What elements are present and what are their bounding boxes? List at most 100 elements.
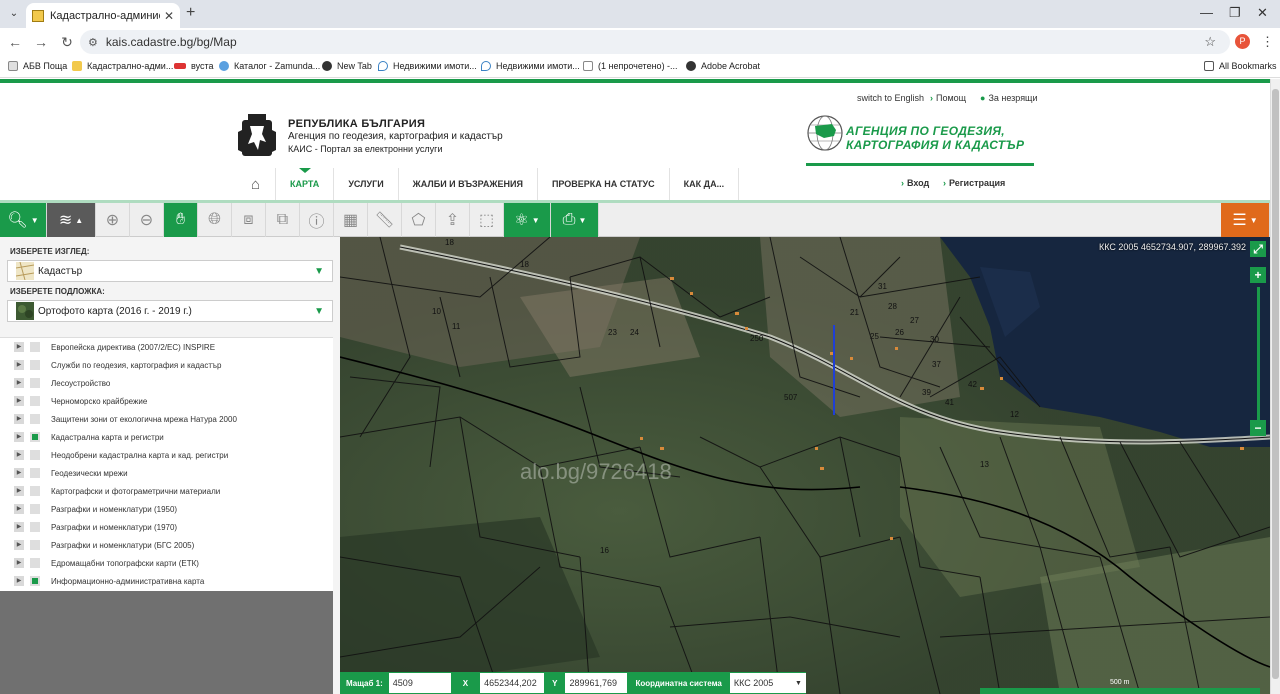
forward-icon[interactable]: → [28, 34, 54, 50]
map-canvas[interactable]: 18 18 10 11 24 23 21 25 26 27 30 37 39 4… [340, 237, 1270, 694]
map-zoom-out-button[interactable]: − [1250, 420, 1266, 436]
layer-item[interactable]: ▶ Лесоустройство [14, 374, 110, 392]
layer-item[interactable]: ▶ Служби по геодезия, картография и кадас… [14, 356, 221, 374]
expand-icon[interactable]: ▶ [14, 576, 24, 586]
view-select[interactable]: Кадастър ▼ [7, 260, 333, 282]
switch-language-link[interactable]: switch to English [849, 93, 924, 103]
bookmark-item[interactable]: (1 непрочетено) -... [583, 61, 678, 71]
nav-item-how-to[interactable]: КАК ДА... [670, 168, 740, 200]
bookmark-item[interactable]: вуста [174, 61, 214, 71]
reload-icon[interactable]: ↻ [54, 34, 80, 51]
all-bookmarks[interactable]: All Bookmarks [1204, 61, 1277, 71]
layer-checkbox[interactable] [30, 504, 40, 514]
zoom-slider[interactable] [1257, 287, 1260, 422]
layers-tool-button[interactable]: ≋ ▲ [47, 203, 96, 237]
layer-checkbox[interactable] [30, 558, 40, 568]
browser-tab[interactable]: Кадастрално-административн... ✕ [26, 3, 180, 28]
bookmark-item[interactable]: Adobe Acrobat [686, 61, 760, 71]
nav-item-map[interactable]: КАРТА [276, 168, 335, 200]
nav-item-services[interactable]: УСЛУГИ [334, 168, 399, 200]
close-window-icon[interactable]: ✕ [1257, 5, 1268, 21]
expand-icon[interactable]: ▶ [14, 342, 24, 352]
expand-icon[interactable]: ▶ [14, 378, 24, 388]
fullscreen-button[interactable]: ⤢ [1250, 241, 1266, 257]
url-bar[interactable]: ⚙ kais.cadastre.bg/bg/Map ☆ [80, 30, 1230, 54]
layer-checkbox[interactable] [30, 450, 40, 460]
expand-icon[interactable]: ▶ [14, 504, 24, 514]
layer-item[interactable]: ▶ Черноморско крайбрежие [14, 392, 147, 410]
layer-checkbox[interactable] [30, 396, 40, 406]
full-extent-button[interactable]: 🌐︎ [198, 203, 232, 237]
layer-checkbox[interactable] [30, 432, 40, 442]
expand-icon[interactable]: ▶ [14, 432, 24, 442]
legend-menu-button[interactable]: ☰ ▼ [1221, 203, 1270, 237]
register-link[interactable]: › Регистрация [943, 178, 1005, 188]
restore-icon[interactable]: ❐ [1229, 5, 1241, 21]
close-tab-icon[interactable]: ✕ [164, 9, 174, 23]
nav-item-complaints[interactable]: ЖАЛБИ И ВЪЗРАЖЕНИЯ [399, 168, 538, 200]
basemap-select[interactable]: Ортофото карта (2016 г. - 2019 г.) ▼ [7, 300, 333, 322]
upload-button[interactable]: ⇪ [436, 203, 470, 237]
expand-icon[interactable]: ▶ [14, 558, 24, 568]
new-tab-icon[interactable]: + [186, 4, 195, 22]
expand-icon[interactable]: ▶ [14, 360, 24, 370]
layer-item[interactable]: ▶ Геодезически мрежи [14, 464, 128, 482]
layer-checkbox[interactable] [30, 540, 40, 550]
profile-avatar[interactable]: P [1235, 34, 1250, 49]
accessibility-link[interactable]: ● За незрящи [972, 93, 1038, 103]
layer-checkbox[interactable] [30, 342, 40, 352]
bookmark-item[interactable]: Недвижими имоти... [481, 61, 580, 71]
measure-area-button[interactable]: ⬠ [402, 203, 436, 237]
layer-checkbox[interactable] [30, 360, 40, 370]
bookmark-item[interactable]: Недвижими имоти... [378, 61, 477, 71]
next-extent-button[interactable]: ⧉ [266, 203, 300, 237]
back-icon[interactable]: ← [2, 34, 28, 50]
bookmark-item[interactable]: New Tab [322, 61, 372, 71]
layer-item[interactable]: ▶ Неодобрени кадастрална карта и кад. рег… [14, 446, 228, 464]
layer-checkbox[interactable] [30, 486, 40, 496]
minimize-icon[interactable]: — [1200, 5, 1213, 20]
print-button[interactable]: ⎙ ▼ [551, 203, 599, 237]
layer-item[interactable]: ▶ Информационно-административна карта [14, 572, 204, 590]
expand-icon[interactable]: ▶ [14, 540, 24, 550]
browser-menu-icon[interactable]: ⋮ [1261, 34, 1274, 50]
zoom-out-button[interactable]: ⊖ [130, 203, 164, 237]
site-info-icon[interactable]: ⚙ [88, 36, 98, 49]
layer-checkbox[interactable] [30, 468, 40, 478]
previous-extent-button[interactable]: ⧈ [232, 203, 266, 237]
scale-input[interactable]: 4509 [388, 673, 451, 693]
expand-icon[interactable]: ▶ [14, 522, 24, 532]
bookmark-item[interactable]: АБВ Поща [8, 61, 67, 71]
select-features-button[interactable]: ▦ [334, 203, 368, 237]
bookmark-star-icon[interactable]: ☆ [1204, 34, 1216, 50]
clear-selection-button[interactable]: ⬚ [470, 203, 504, 237]
x-coordinate-input[interactable]: 4652344,202 [480, 673, 545, 693]
expand-icon[interactable]: ▶ [14, 396, 24, 406]
layer-info-button[interactable]: ⚛ ▼ [504, 203, 551, 237]
expand-icon[interactable]: ▶ [14, 450, 24, 460]
layer-item[interactable]: ▶ Кадастрална карта и регистри [14, 428, 164, 446]
expand-icon[interactable]: ▶ [14, 486, 24, 496]
layer-checkbox[interactable] [30, 414, 40, 424]
bookmark-item[interactable]: Каталог - Zamunda... [219, 61, 320, 71]
page-scrollbar[interactable] [1270, 79, 1280, 694]
layer-checkbox[interactable] [30, 378, 40, 388]
y-coordinate-input[interactable]: 289961,769 [565, 673, 628, 693]
login-link[interactable]: › Вход [901, 178, 929, 188]
identify-button[interactable]: ⓘ [300, 203, 334, 237]
home-icon[interactable]: ⌂ [236, 168, 276, 200]
expand-icon[interactable]: ▶ [14, 414, 24, 424]
layer-checkbox[interactable] [30, 522, 40, 532]
expand-icon[interactable]: ▶ [14, 468, 24, 478]
layer-item[interactable]: ▶ Картографски и фотограметрични материал… [14, 482, 220, 500]
bookmark-item[interactable]: Кадастрално-адми... [72, 61, 173, 71]
coordinate-system-select[interactable]: ККС 2005 ▼ [729, 673, 806, 693]
layer-item[interactable]: ▶ Разграфки и номенклатури (БГС 2005) [14, 536, 194, 554]
nav-item-status-check[interactable]: ПРОВЕРКА НА СТАТУС [538, 168, 670, 200]
zoom-in-button[interactable]: ⊕ [96, 203, 130, 237]
layer-checkbox[interactable] [30, 576, 40, 586]
layer-item[interactable]: ▶ Разграфки и номенклатури (1970) [14, 518, 177, 536]
layer-item[interactable]: ▶ Едромащабни топографски карти (ЕТК) [14, 554, 199, 572]
map-zoom-in-button[interactable]: + [1250, 267, 1266, 283]
layer-item[interactable]: ▶ Европейска директива (2007/2/ЕС) INSPIR… [14, 338, 215, 356]
